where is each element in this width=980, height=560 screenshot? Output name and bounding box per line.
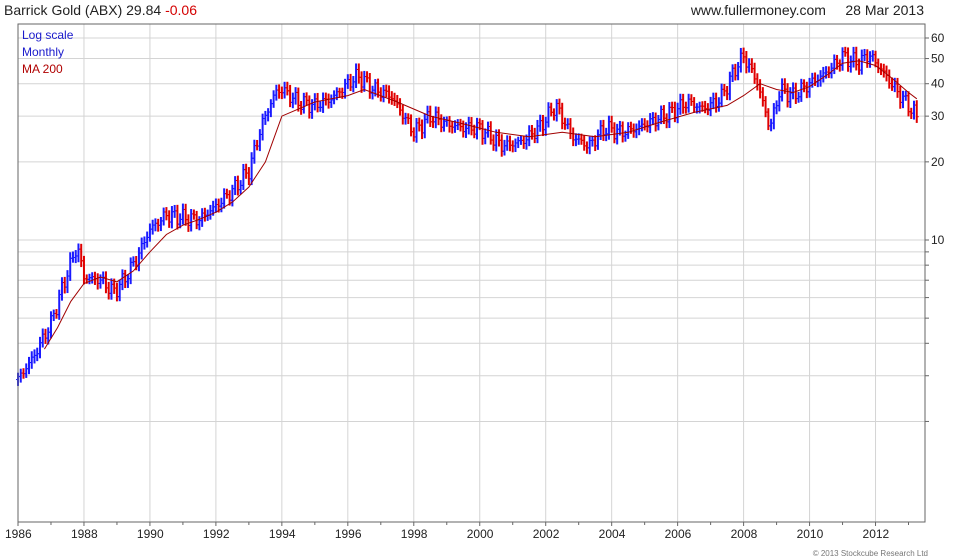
x-tick-label: 2004 — [599, 527, 626, 541]
legend-period: Monthly — [22, 45, 65, 59]
stock-name: Barrick Gold (ABX) — [4, 2, 123, 18]
y-tick-label: 30 — [931, 109, 945, 123]
chart-header-right: www.fullermoney.com 28 Mar 2013 — [691, 2, 924, 18]
ma-200-line — [43, 60, 918, 350]
legend-scale: Log scale — [22, 28, 74, 42]
x-tick-label: 1990 — [137, 527, 164, 541]
x-tick-label: 2000 — [467, 527, 494, 541]
x-tick-label: 2010 — [797, 527, 824, 541]
y-tick-label: 60 — [931, 31, 945, 45]
price-bars — [16, 46, 919, 386]
plot-border — [17, 23, 926, 523]
y-axis-labels: 10 20 30 40 50 60 — [931, 31, 945, 247]
stock-price: 29.84 — [126, 2, 162, 18]
y-tick-label: 50 — [931, 52, 945, 66]
x-tick-label: 1994 — [269, 527, 296, 541]
x-tick-label: 2006 — [665, 527, 692, 541]
site-link[interactable]: www.fullermoney.com — [691, 2, 826, 18]
x-tick-label: 1996 — [335, 527, 362, 541]
x-tick-label: 2008 — [731, 527, 758, 541]
x-tick-label: 1988 — [71, 527, 98, 541]
legend-ma: MA 200 — [22, 62, 63, 76]
y-tick-label: 40 — [931, 77, 945, 91]
x-axis-labels: 1986 1988 1990 1992 1994 1996 1998 2000 2002 2004… — [5, 527, 890, 541]
price-change: -0.06 — [165, 2, 197, 18]
x-tick-label: 2002 — [533, 527, 560, 541]
x-tick-label: 1986 — [5, 527, 32, 541]
x-tick-label: 1992 — [203, 527, 230, 541]
chart-title: Barrick Gold (ABX) 29.84 -0.06 — [4, 2, 197, 18]
grid-lines — [17, 24, 929, 526]
price-chart: 1986 1988 1990 1992 1994 1996 1998 2000 2002 2004… — [5, 23, 945, 541]
x-tick-label: 2012 — [863, 527, 890, 541]
chart-date: 28 Mar 2013 — [845, 2, 924, 18]
y-tick-label: 10 — [931, 233, 945, 247]
copyright-text: © 2013 Stockcube Research Ltd — [812, 549, 928, 558]
x-tick-label: 1998 — [401, 527, 428, 541]
y-tick-label: 20 — [931, 155, 945, 169]
